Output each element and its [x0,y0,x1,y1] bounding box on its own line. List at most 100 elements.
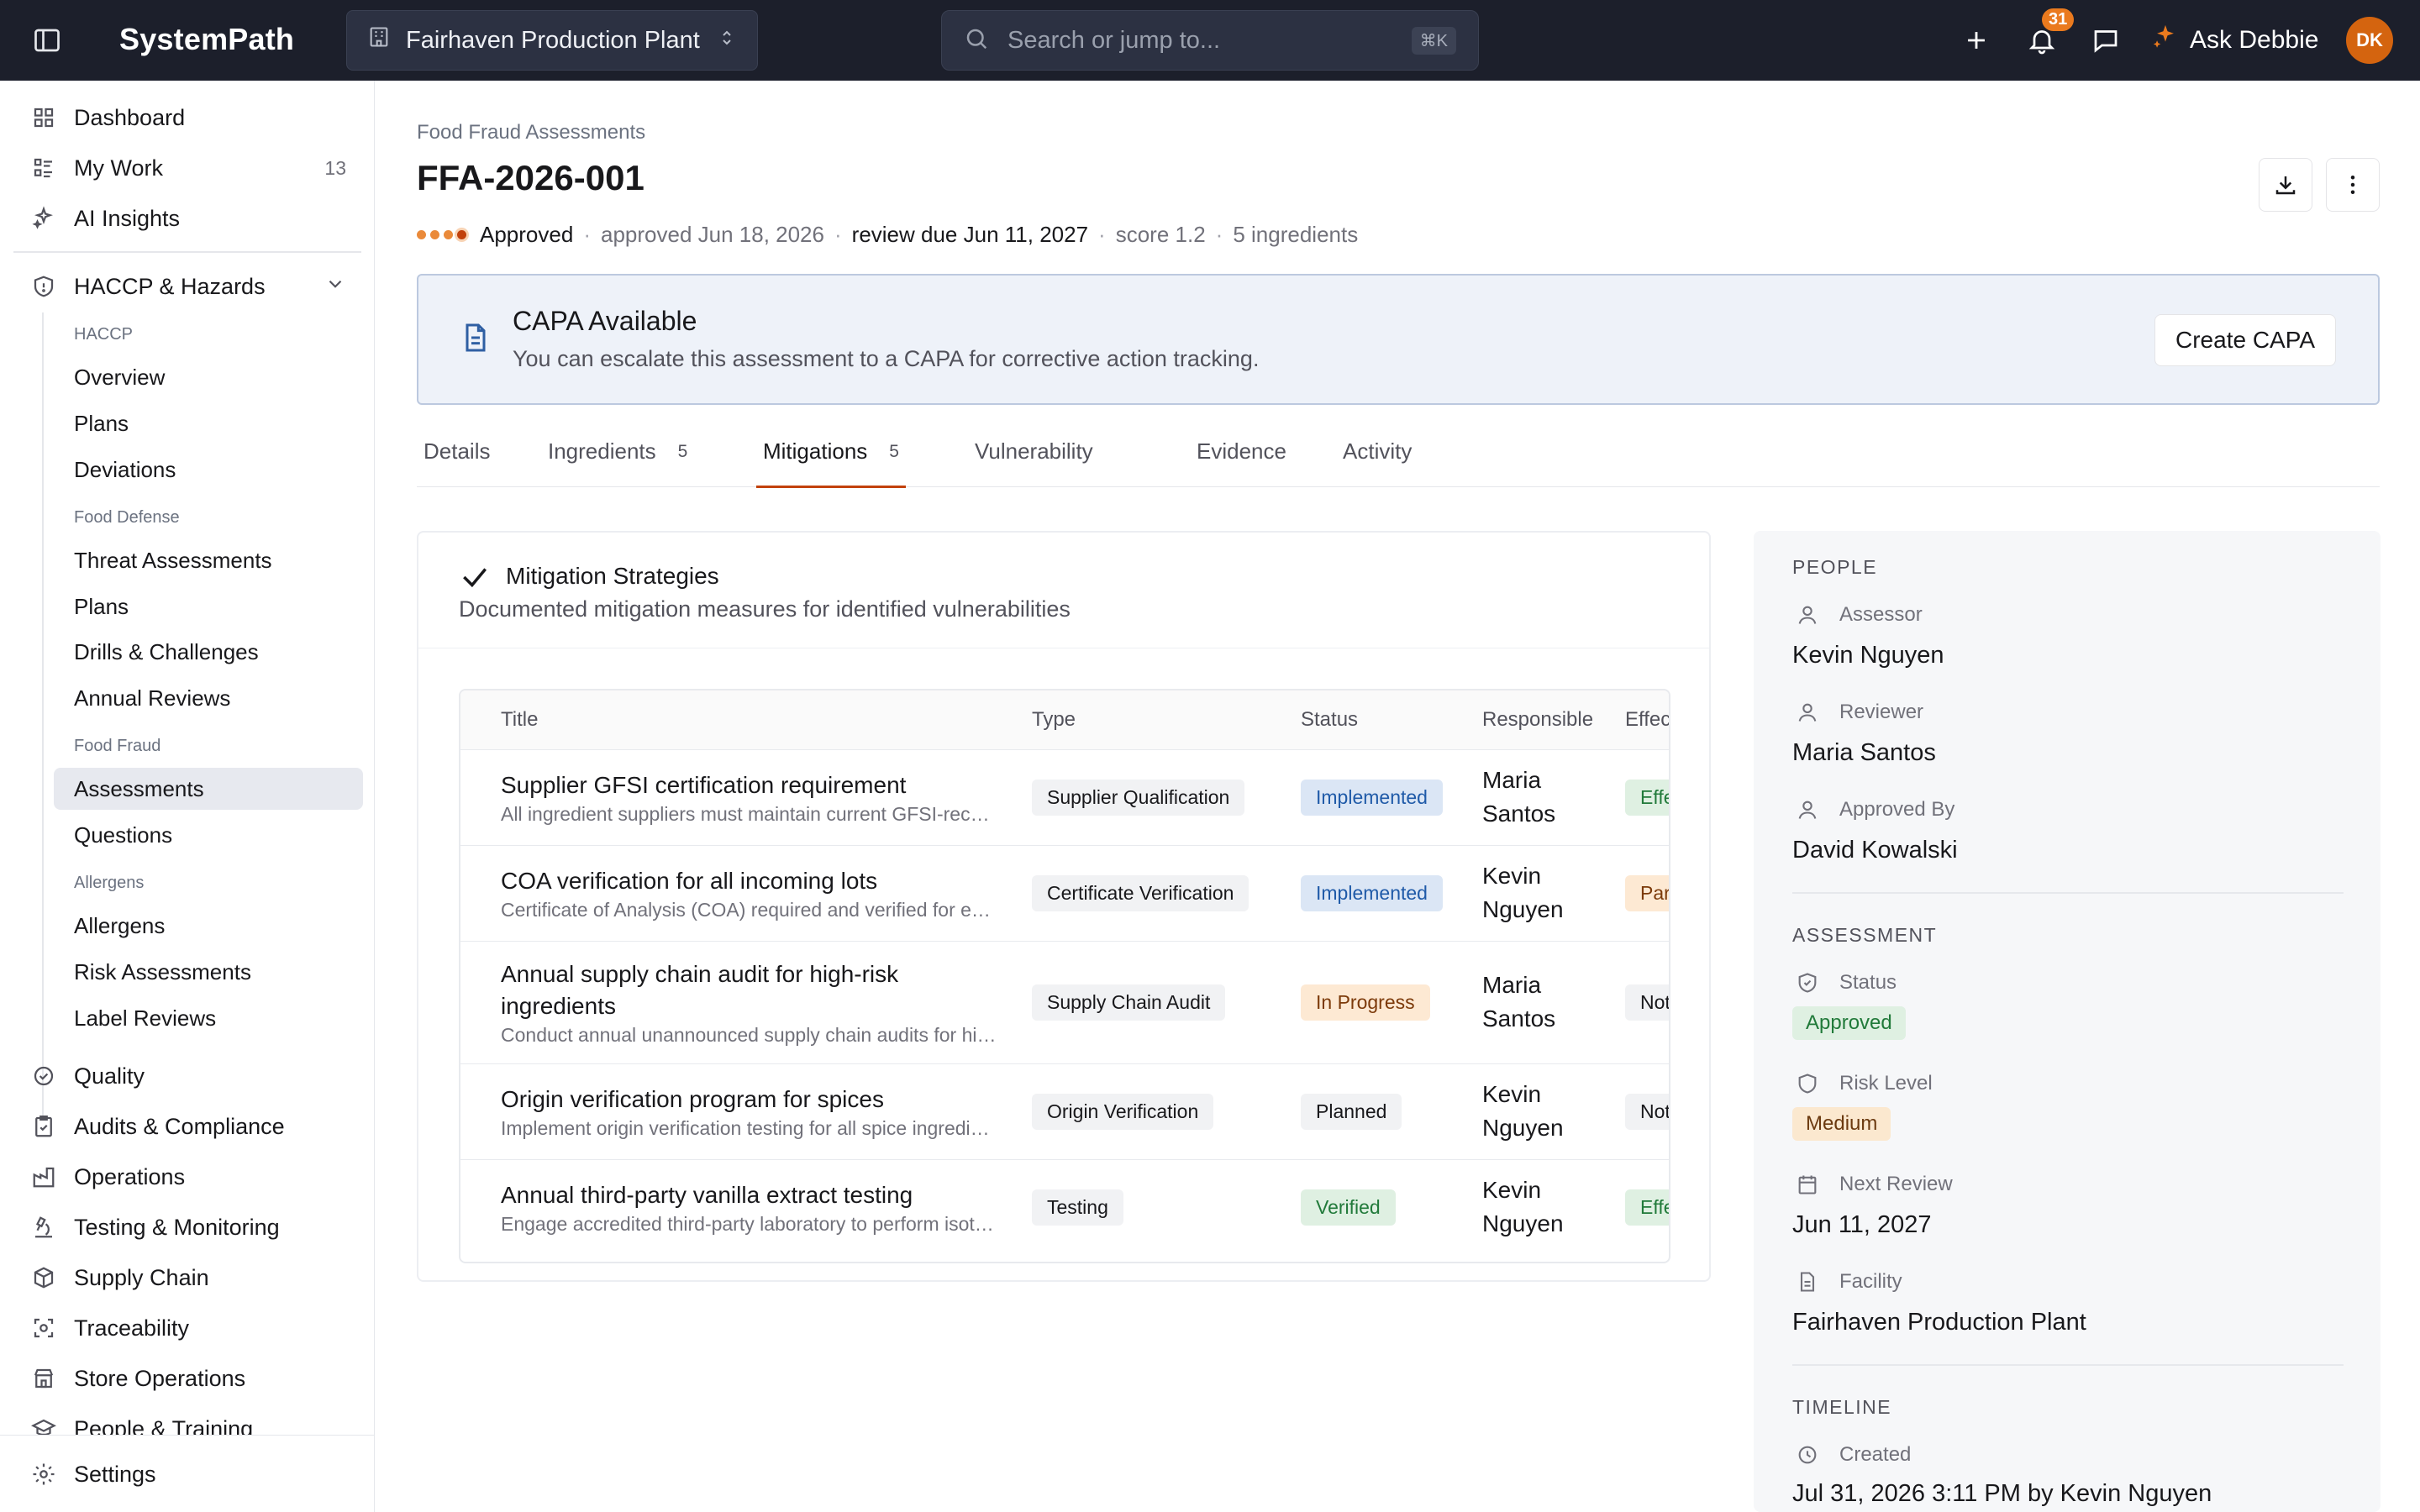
assessment-heading: ASSESSMENT [1792,924,1938,946]
plus-icon[interactable] [1958,22,1995,59]
table-row[interactable]: Origin verification program for spices Im… [460,1063,1669,1160]
risk-label-row: Risk Level [1792,1068,1933,1099]
submenu-guide-line [42,312,44,1121]
search-shortcut-hint: ⌘K [1411,26,1456,55]
col-effectiveness[interactable]: Effectiveness [1585,690,1669,750]
global-search[interactable]: ⌘K [941,10,1479,71]
bell-icon[interactable]: 31 [2023,8,2075,59]
tab-ingredients[interactable]: Ingredients 5 [548,430,687,487]
mitigations-table: Title Type Status Responsible Effectiven… [460,690,1669,1255]
responsible-first: Maria [1482,972,1542,998]
capa-banner: CAPA Available You can escalate this ass… [417,274,2380,405]
mitigations-card: Mitigation Strategies Documented mitigat… [417,531,1711,1282]
approved-by-label-row: Approved By [1792,795,1954,825]
nav-operations-label: Operations [74,1163,186,1189]
responsible-last: Nguyen [1482,896,1564,922]
col-responsible[interactable]: Responsible [1442,690,1593,750]
nav-settings[interactable]: Settings [25,1451,361,1498]
nav-ai-insights[interactable]: AI Insights [25,195,361,242]
sub-item-questions[interactable]: Questions [54,814,363,856]
sidebar: Dashboard My Work 13 AI Insights HACCP &… [0,81,375,1512]
check-circle-icon [25,1058,62,1095]
sub-item-label-reviews[interactable]: Label Reviews [54,997,363,1039]
tab-mitigations[interactable]: Mitigations 5 [756,430,906,488]
table-row[interactable]: Annual third-party vanilla extract testi… [460,1159,1669,1255]
tab-activity-label: Activity [1343,438,1413,464]
group-heading-food-fraud: Food Fraud [74,737,161,755]
created-label-row: Created [1792,1440,1911,1470]
sub-item-haccp-plans[interactable]: Plans [54,402,363,444]
sub-item-deviations[interactable]: Deviations [54,449,363,491]
nav-testing-label: Testing & Monitoring [74,1214,280,1240]
nav-operations[interactable]: Operations [25,1153,361,1200]
shield-icon [1792,1068,1823,1099]
more-options-button[interactable] [2326,158,2380,212]
type-badge: Certificate Verification [1032,874,1249,911]
tab-vulnerability[interactable]: Vulnerability [975,430,1093,487]
table-header-row: Title Type Status Responsible Effectiven… [460,690,1669,750]
store-icon [25,1360,62,1397]
list-icon [25,150,62,186]
create-capa-button[interactable]: Create CAPA [2154,314,2336,366]
nav-dashboard[interactable]: Dashboard [25,94,361,141]
responsible-last: Nguyen [1482,1210,1564,1237]
nav-supply-chain[interactable]: Supply Chain [25,1254,361,1301]
table-row[interactable]: Supplier GFSI certification requirement A… [460,749,1669,846]
ask-debbie-button[interactable]: Ask Debbie [2151,22,2318,59]
more-vertical-icon [2350,176,2355,194]
chevron-down-icon [324,273,346,301]
nav-my-work[interactable]: My Work 13 [25,144,361,192]
brand-logo[interactable]: SystemPath [119,22,294,57]
page-title: FFA-2026-001 [417,158,644,197]
download-button[interactable] [2259,158,2312,212]
row-description: Conduct annual unannounced supply chain … [501,1023,998,1046]
nav-store-operations[interactable]: Store Operations [25,1355,361,1402]
col-status[interactable]: Status [1260,690,1442,750]
nav-ai-insights-label: AI Insights [74,205,181,231]
chat-icon[interactable] [2087,22,2124,59]
effectiveness-badge: Effective [1625,779,1669,816]
sub-item-risk-assessments[interactable]: Risk Assessments [54,951,363,993]
scan-icon [25,1310,62,1347]
facility-selector[interactable]: Fairhaven Production Plant [346,10,758,71]
tab-details[interactable]: Details [424,430,490,487]
tab-details-label: Details [424,438,491,464]
nav-supply-chain-label: Supply Chain [74,1264,209,1290]
sidebar-toggle-icon[interactable] [30,24,64,57]
search-input[interactable] [1007,26,1412,55]
nav-audits-compliance[interactable]: Audits & Compliance [25,1103,361,1150]
user-avatar[interactable]: DK [2346,17,2393,64]
nav-quality-label: Quality [74,1063,145,1089]
table-row[interactable]: Annual supply chain audit for high-risk … [460,941,1669,1064]
nav-quality[interactable]: Quality [25,1053,361,1100]
mitigations-table-container[interactable]: Title Type Status Responsible Effectiven… [459,689,1670,1263]
nav-testing-monitoring[interactable]: Testing & Monitoring [25,1204,361,1251]
sub-item-defense-plans[interactable]: Plans [54,585,363,627]
responsible-first: Kevin [1482,863,1542,889]
tab-evidence[interactable]: Evidence [1197,430,1286,487]
package-icon [25,1259,62,1296]
nav-store-ops-label: Store Operations [74,1365,246,1391]
table-row[interactable]: COA verification for all incoming lots Ce… [460,845,1669,942]
sub-item-assessments[interactable]: Assessments [54,768,363,810]
nav-settings-label: Settings [74,1461,156,1487]
sub-item-drills-challenges[interactable]: Drills & Challenges [54,631,363,673]
responsible-last: Santos [1482,801,1556,827]
sub-item-threat-assessments[interactable]: Threat Assessments [54,539,363,581]
nav-traceability[interactable]: Traceability [25,1305,361,1352]
tab-mitigations-count: 5 [889,442,899,461]
timeline-heading: TIMELINE [1792,1396,1892,1418]
type-badge: Testing [1032,1189,1123,1226]
sub-item-annual-reviews[interactable]: Annual Reviews [54,677,363,719]
breadcrumb[interactable]: Food Fraud Assessments [417,121,645,144]
sub-item-overview[interactable]: Overview [54,356,363,398]
tab-ingredients-count: 5 [677,442,688,461]
col-title[interactable]: Title [460,690,992,750]
nav-haccp-hazards[interactable]: HACCP & Hazards [25,263,361,310]
sub-item-allergens[interactable]: Allergens [54,905,363,947]
tab-activity[interactable]: Activity [1343,430,1412,487]
document-icon [1792,1267,1823,1297]
row-description: All ingredient suppliers must maintain c… [501,802,998,825]
score: score 1.2 [1115,222,1206,247]
col-type[interactable]: Type [992,690,1260,750]
